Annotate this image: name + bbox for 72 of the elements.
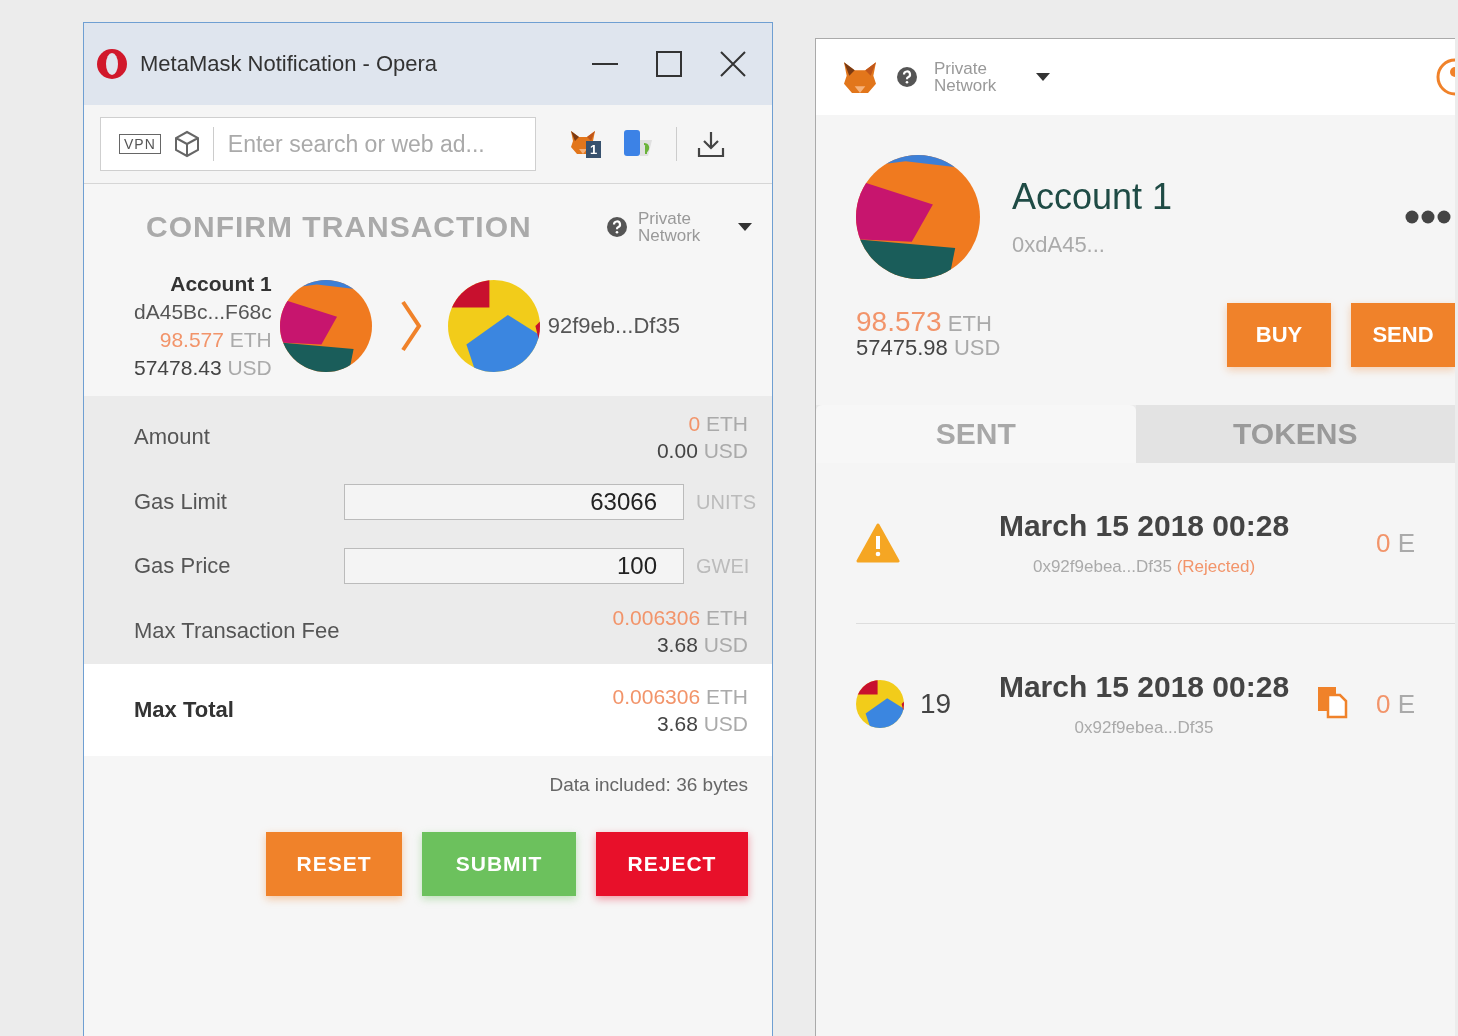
unit-label: USD: [227, 356, 272, 379]
usd-amount: 57478.43: [134, 356, 222, 379]
usd-amount: 3.68: [656, 633, 698, 656]
eth-amount: 98.577: [159, 328, 224, 351]
usd-amount: 0.00: [656, 439, 698, 462]
window-title: MetaMask Notification - Opera: [140, 51, 439, 77]
transaction-address: 0x92f9ebea...Df35: [1032, 557, 1172, 576]
row-label: Max Total: [134, 697, 234, 723]
identicon: [856, 680, 904, 728]
eth-amount: 0: [1376, 527, 1391, 558]
transaction-date: March 15 2018 00:28: [997, 509, 1291, 543]
tab[interactable]: SENT: [816, 405, 1136, 463]
nonce-label: 19: [920, 688, 952, 720]
unit-label: USD: [703, 633, 748, 656]
eth-amount: 0: [1376, 688, 1391, 719]
close-icon[interactable]: [720, 51, 746, 77]
unit-label: ETH: [706, 685, 748, 708]
caret-icon[interactable]: [738, 223, 752, 231]
transaction-date: March 15 2018 00:28: [997, 670, 1291, 704]
account-name: Account 1: [169, 271, 272, 297]
row-label: Gas Limit: [134, 489, 228, 515]
copy-icon[interactable]: [1316, 685, 1348, 719]
action-button[interactable]: REJECT: [596, 832, 748, 896]
usd-amount: 57475.98: [856, 335, 948, 360]
page-title: CONFIRM TRANSACTION: [146, 210, 533, 244]
number-field[interactable]: 100: [344, 548, 684, 584]
count-badge: 1: [586, 141, 602, 158]
opera-icon: [96, 48, 128, 80]
usd-amount: 3.68: [656, 712, 698, 735]
eth-amount: 0: [688, 412, 701, 435]
action-button[interactable]: SEND: [1351, 303, 1455, 367]
chevron-icon: [399, 300, 422, 352]
menu-icon[interactable]: [1405, 210, 1451, 224]
network-selector[interactable]: Private Network: [638, 210, 728, 244]
recipient-address: 92f9eb...Df35: [547, 313, 680, 339]
unit-label: ETH: [947, 311, 992, 336]
unit-label: USD: [703, 439, 748, 462]
eth-amount: 0.006306: [612, 606, 701, 629]
caret-icon[interactable]: [1036, 73, 1050, 81]
vpn-badge[interactable]: VPN: [119, 134, 161, 154]
unit-label: ETH: [706, 606, 748, 629]
help-icon[interactable]: [896, 66, 918, 88]
row-label: Max Transaction Fee: [134, 618, 340, 644]
action-button[interactable]: RESET: [266, 832, 402, 896]
minimize-icon[interactable]: [592, 62, 618, 66]
network-selector[interactable]: Private Network: [934, 60, 1020, 94]
unit-label: E: [1397, 688, 1416, 719]
unit-label: USD: [953, 335, 1001, 360]
tab[interactable]: TOKENS: [1135, 405, 1455, 463]
account-address: 0xdA45...: [1012, 232, 1106, 258]
status-label: (Rejected): [1176, 557, 1256, 576]
account-name: Account 1: [1012, 176, 1173, 218]
help-icon[interactable]: [606, 216, 628, 238]
cube-icon[interactable]: [172, 130, 201, 158]
warning-icon: [856, 523, 900, 563]
number-field[interactable]: 63066: [344, 484, 684, 520]
row-label: Amount: [134, 424, 210, 450]
action-button[interactable]: SUBMIT: [422, 832, 576, 896]
data-note: Data included: 36 bytes: [548, 773, 749, 796]
eth-amount: 98.573: [856, 306, 942, 337]
address-field[interactable]: VPN Enter search or web ad...: [100, 117, 536, 171]
account-address: dA45Bc...F68c: [134, 299, 272, 325]
transaction-address: 0x92f9ebea...Df35: [1074, 718, 1214, 737]
row-label: Gas Price: [134, 553, 232, 579]
unit-label: USD: [703, 712, 748, 735]
download-icon[interactable]: [697, 130, 725, 158]
eth-amount: 0.006306: [612, 685, 701, 708]
action-button[interactable]: BUY: [1227, 303, 1331, 367]
unit-label: E: [1397, 527, 1416, 558]
unit-label: ETH: [229, 328, 272, 351]
maximize-icon[interactable]: [656, 51, 682, 77]
unit-label: ETH: [706, 412, 748, 435]
